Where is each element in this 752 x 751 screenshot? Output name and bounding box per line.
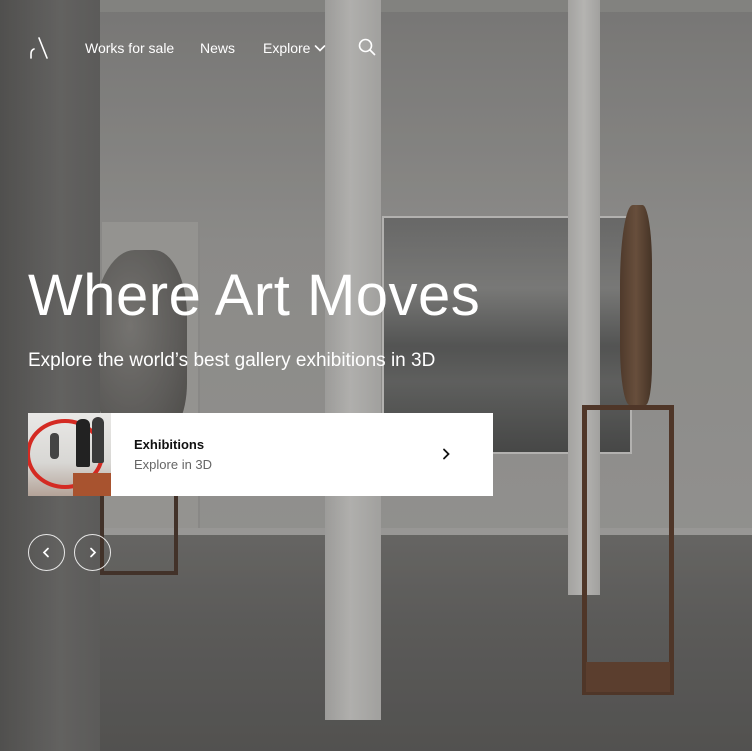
visitor-figure xyxy=(76,419,90,467)
hero-background-image xyxy=(0,0,752,751)
chevron-right-icon xyxy=(90,547,97,558)
image-overlay xyxy=(0,0,752,751)
hero-title: Where Art Moves xyxy=(28,263,481,328)
search-icon[interactable] xyxy=(358,38,376,56)
hero-subtitle: Explore the world’s best gallery exhibit… xyxy=(28,350,436,371)
nav-explore-label: Explore xyxy=(263,40,311,56)
chevron-down-icon xyxy=(315,44,326,52)
nav-explore[interactable]: Explore xyxy=(263,40,326,56)
card-subtitle: Explore in 3D xyxy=(134,457,213,472)
exhibitions-card[interactable]: Exhibitions Explore in 3D xyxy=(28,413,493,496)
top-navigation: Works for sale News Explore xyxy=(0,30,752,66)
chevron-right-icon[interactable] xyxy=(439,447,453,461)
card-title: Exhibitions xyxy=(134,437,205,452)
carousel-prev-button[interactable] xyxy=(28,534,65,571)
visitor-figure xyxy=(92,417,104,463)
artland-logo-icon[interactable] xyxy=(28,36,48,60)
nav-works-for-sale[interactable]: Works for sale xyxy=(85,40,174,56)
chevron-left-icon xyxy=(42,547,49,558)
exhibition-thumbnail xyxy=(28,413,111,496)
visitor-figure xyxy=(50,433,59,459)
floor-artwork xyxy=(73,473,111,496)
nav-news[interactable]: News xyxy=(200,40,235,56)
carousel-next-button[interactable] xyxy=(74,534,111,571)
